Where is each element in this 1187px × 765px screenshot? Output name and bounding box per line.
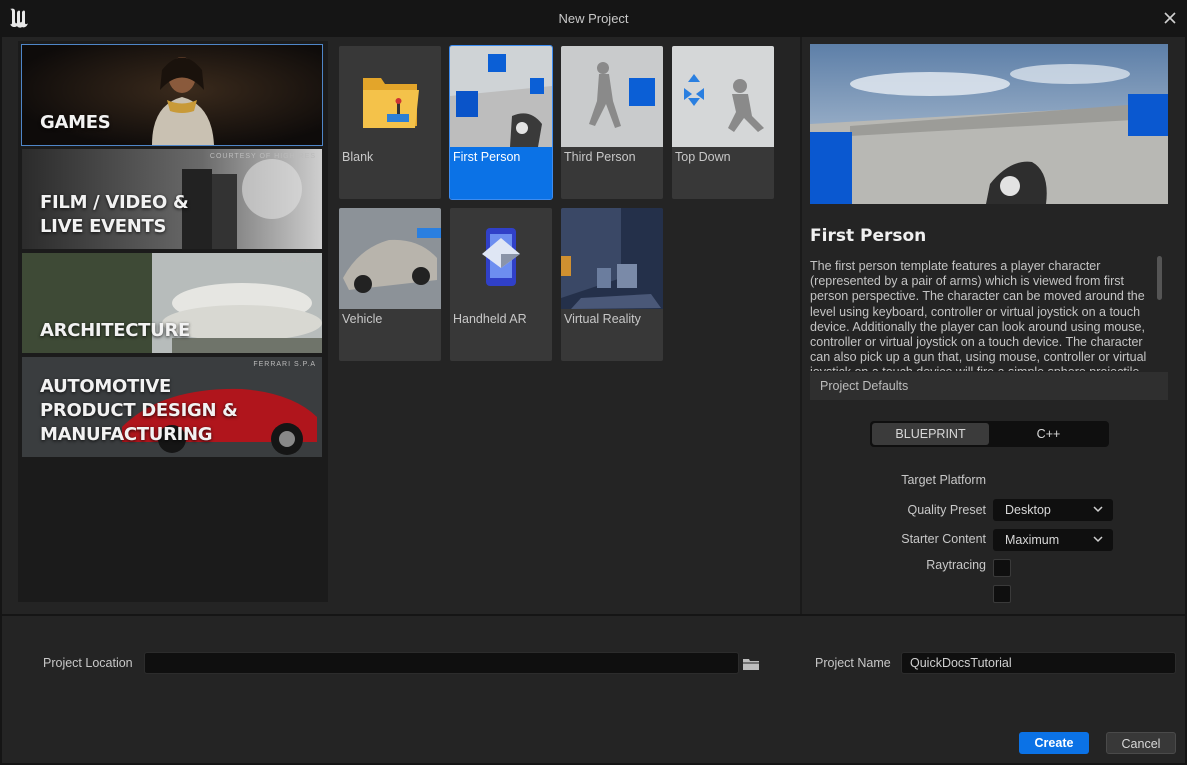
project-name-input[interactable]: QuickDocsTutorial [901, 652, 1176, 674]
category-automotive-label-line3: MANUFACTURING [40, 424, 213, 445]
quality-preset-dropdown[interactable]: Maximum [993, 529, 1113, 551]
automotive-credit-text: FERRARI S.P.A [253, 361, 316, 368]
template-blank-label: Blank [342, 150, 374, 164]
category-architecture-label: ARCHITECTURE [40, 320, 190, 341]
title-bar: New Project [0, 0, 1187, 37]
cpp-option[interactable]: C++ [990, 423, 1107, 445]
folder-joystick-icon [339, 46, 441, 147]
chevron-down-icon [1093, 536, 1103, 543]
project-location-label: Project Location [43, 656, 133, 670]
panel-divider [800, 37, 802, 614]
template-preview-image [810, 44, 1168, 204]
template-handheld-ar-label: Handheld AR [453, 312, 527, 326]
template-blank[interactable]: Blank [339, 46, 441, 199]
third-person-thumbnail [561, 46, 663, 147]
description-scrollbar[interactable] [1157, 256, 1162, 300]
raytracing-label: Raytracing [926, 558, 986, 572]
template-third-person-label: Third Person [564, 150, 636, 164]
main-area: GAMES COURTESY OF HIGH RES FILM / VIDEO … [2, 37, 1185, 614]
project-location-input[interactable] [144, 652, 739, 674]
chevron-down-icon [1093, 506, 1103, 513]
architecture-credit-text: FILTPIXEL [273, 257, 316, 264]
blueprint-option[interactable]: BLUEPRINT [872, 423, 989, 445]
top-down-thumbnail [672, 46, 774, 147]
starter-content-label: Starter Content [901, 532, 986, 546]
category-film-label-line1: FILM / VIDEO & [40, 192, 189, 213]
target-platform-label: Target Platform [901, 473, 986, 487]
target-platform-value: Desktop [1005, 503, 1051, 517]
virtual-reality-thumbnail [561, 208, 663, 309]
film-credit-text: COURTESY OF HIGH RES [209, 153, 316, 160]
category-games-label: GAMES [40, 112, 111, 133]
category-film-video[interactable]: COURTESY OF HIGH RES FILM / VIDEO & LIVE… [22, 149, 322, 249]
template-virtual-reality-label: Virtual Reality [564, 312, 641, 326]
template-handheld-ar[interactable]: Handheld AR [450, 208, 552, 361]
vehicle-thumbnail [339, 208, 441, 309]
template-top-down-label: Top Down [675, 150, 731, 164]
template-grid: Blank First Person Third Person Top Down… [332, 37, 800, 614]
close-icon[interactable] [1161, 9, 1179, 27]
template-vehicle-label: Vehicle [342, 312, 383, 326]
footer-bar: Project Location Project Name QuickDocsT… [2, 616, 1185, 763]
template-top-down[interactable]: Top Down [672, 46, 774, 199]
template-third-person[interactable]: Third Person [561, 46, 663, 199]
template-first-person-label: First Person [453, 150, 521, 164]
category-panel: GAMES COURTESY OF HIGH RES FILM / VIDEO … [18, 41, 328, 602]
handheld-ar-thumbnail [450, 208, 552, 309]
template-virtual-reality[interactable]: Virtual Reality [561, 208, 663, 361]
raytracing-checkbox[interactable] [993, 585, 1011, 603]
quality-preset-label: Quality Preset [907, 503, 986, 517]
project-defaults-header[interactable]: Project Defaults [810, 372, 1168, 400]
first-person-thumbnail [450, 46, 552, 147]
template-first-person[interactable]: First Person [449, 45, 553, 200]
category-architecture[interactable]: FILTPIXEL ARCHITECTURE [22, 253, 322, 353]
starter-content-checkbox[interactable] [993, 559, 1011, 577]
category-games[interactable]: GAMES [21, 44, 323, 146]
template-description: The first person template features a pla… [810, 259, 1147, 371]
folder-icon[interactable] [742, 657, 760, 671]
target-platform-dropdown[interactable]: Desktop [993, 499, 1113, 521]
create-button[interactable]: Create [1019, 732, 1089, 754]
language-toggle: BLUEPRINT C++ [870, 421, 1109, 447]
window-title: New Project [558, 11, 629, 26]
project-name-label: Project Name [815, 656, 891, 670]
quality-preset-value: Maximum [1005, 533, 1060, 547]
category-film-label-line2: LIVE EVENTS [40, 216, 167, 237]
template-vehicle[interactable]: Vehicle [339, 208, 441, 361]
category-automotive-label-line1: AUTOMOTIVE [40, 376, 171, 397]
cancel-button[interactable]: Cancel [1106, 732, 1176, 754]
category-automotive-label-line2: PRODUCT DESIGN & [40, 400, 238, 421]
template-detail-panel: First Person The first person template f… [810, 44, 1168, 609]
template-detail-title: First Person [810, 226, 927, 246]
category-automotive[interactable]: FERRARI S.P.A AUTOMOTIVE PRODUCT DESIGN … [22, 357, 322, 457]
